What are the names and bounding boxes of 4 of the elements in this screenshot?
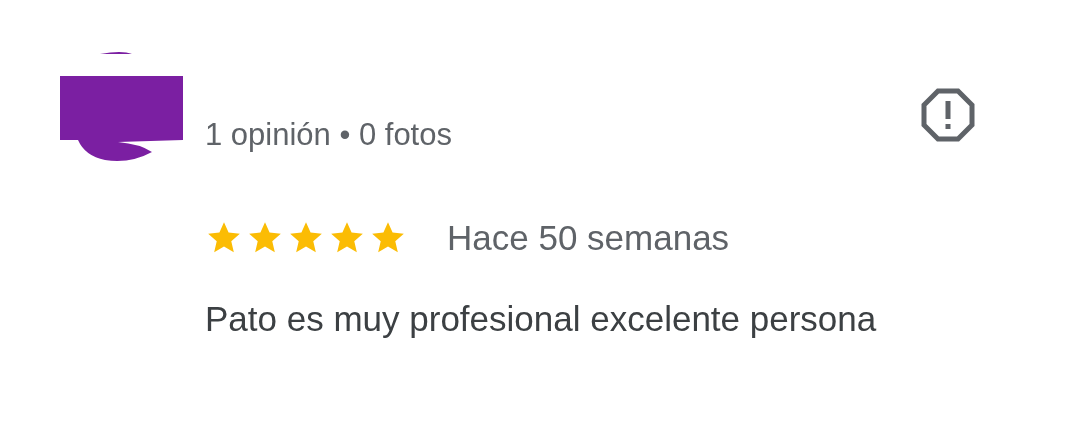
reviewer-stats: 1 opinión • 0 fotos [205, 117, 452, 153]
report-icon[interactable] [920, 87, 976, 143]
review-text: Pato es muy profesional excelente persona [205, 298, 878, 340]
review-time: Hace 50 semanas [447, 218, 730, 258]
